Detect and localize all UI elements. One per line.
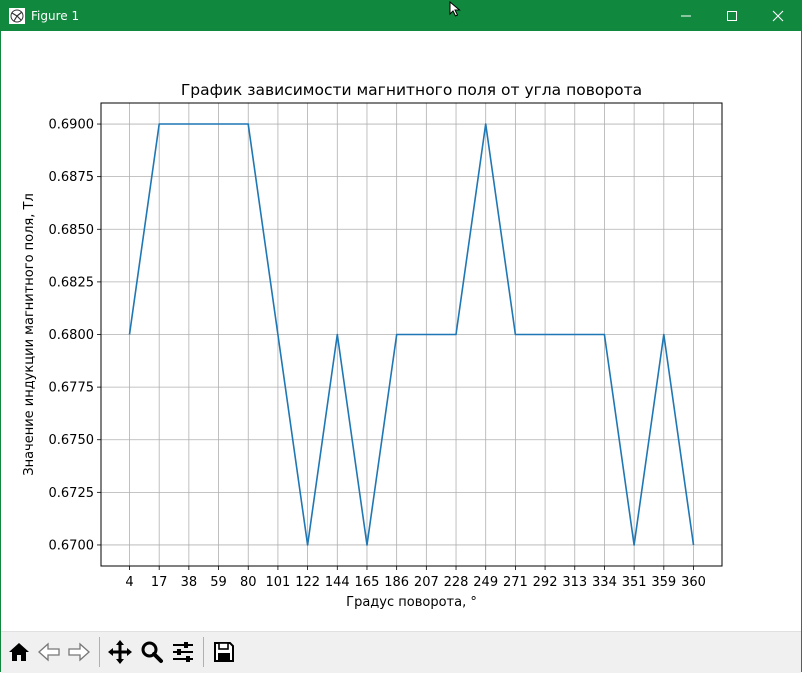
y-tick-label: 0.6800 <box>49 328 95 343</box>
figure-window: Figure 1 4 17 38 59 80 101 122 144 165 186 207 228 2… <box>0 0 802 672</box>
matplotlib-icon <box>9 8 25 24</box>
arrow-left-icon <box>37 640 61 664</box>
y-tick-label: 0.6875 <box>49 170 95 185</box>
window-title: Figure 1 <box>31 8 79 24</box>
x-tick-label: 59 <box>210 575 227 590</box>
close-button[interactable] <box>755 1 801 31</box>
x-tick-label: 165 <box>355 575 380 590</box>
x-tick-label: 101 <box>266 575 291 590</box>
y-tick-label: 0.6750 <box>49 433 95 448</box>
y-tick-label: 0.6725 <box>49 486 95 501</box>
x-tick-label: 313 <box>562 575 587 590</box>
minimize-button[interactable] <box>663 1 709 31</box>
sliders-icon <box>171 640 195 664</box>
x-tick-label: 4 <box>125 575 133 590</box>
navigation-toolbar <box>1 631 801 673</box>
y-tick-label: 0.6850 <box>49 223 95 238</box>
move-icon <box>107 639 133 665</box>
magnifier-icon <box>140 640 164 664</box>
x-tick-label: 334 <box>592 575 617 590</box>
forward-button[interactable] <box>64 637 94 667</box>
line-chart[interactable]: 4 17 38 59 80 101 122 144 165 186 207 228 249 271 292 3… <box>1 31 801 631</box>
x-axis-label: Градус поворота, ° <box>346 595 477 610</box>
title-bar[interactable]: Figure 1 <box>1 1 801 31</box>
y-tick-label: 0.6825 <box>49 275 95 290</box>
mouse-cursor-icon <box>449 1 463 17</box>
minimize-icon <box>680 10 692 22</box>
y-tick-label: 0.6775 <box>49 381 95 396</box>
x-tick-label: 186 <box>384 575 409 590</box>
floppy-disk-icon <box>212 640 236 664</box>
maximize-button[interactable] <box>709 1 755 31</box>
pan-button[interactable] <box>105 637 135 667</box>
home-icon <box>7 640 31 664</box>
x-tick-label: 359 <box>651 575 676 590</box>
x-tick-label: 144 <box>325 575 350 590</box>
x-tick-label: 38 <box>181 575 198 590</box>
y-axis-label: Значение индукции магнитного поля, Тл <box>22 193 37 476</box>
maximize-icon <box>726 10 738 22</box>
x-tick-label: 207 <box>414 575 439 590</box>
zoom-button[interactable] <box>137 637 167 667</box>
figure-canvas[interactable]: 4 17 38 59 80 101 122 144 165 186 207 228 249 271 292 3… <box>1 31 801 631</box>
save-button[interactable] <box>209 637 239 667</box>
home-button[interactable] <box>4 637 34 667</box>
x-tick-label: 292 <box>533 575 558 590</box>
y-tick-label: 0.6700 <box>49 538 95 553</box>
x-tick-label: 122 <box>295 575 320 590</box>
x-tick-label: 360 <box>681 575 706 590</box>
close-icon <box>772 10 784 22</box>
chart-title: График зависимости магнитного поля от уг… <box>181 81 642 99</box>
y-tick-label: 0.6900 <box>49 118 95 133</box>
x-tick-label: 271 <box>503 575 528 590</box>
x-tick-label: 228 <box>444 575 469 590</box>
x-tick-label: 249 <box>473 575 498 590</box>
configure-subplots-button[interactable] <box>168 637 198 667</box>
back-button[interactable] <box>34 637 64 667</box>
x-tick-label: 17 <box>151 575 168 590</box>
toolbar-separator <box>203 637 204 667</box>
toolbar-separator <box>99 637 100 667</box>
x-tick-label: 351 <box>622 575 647 590</box>
arrow-right-icon <box>67 640 91 664</box>
x-tick-label: 80 <box>240 575 257 590</box>
